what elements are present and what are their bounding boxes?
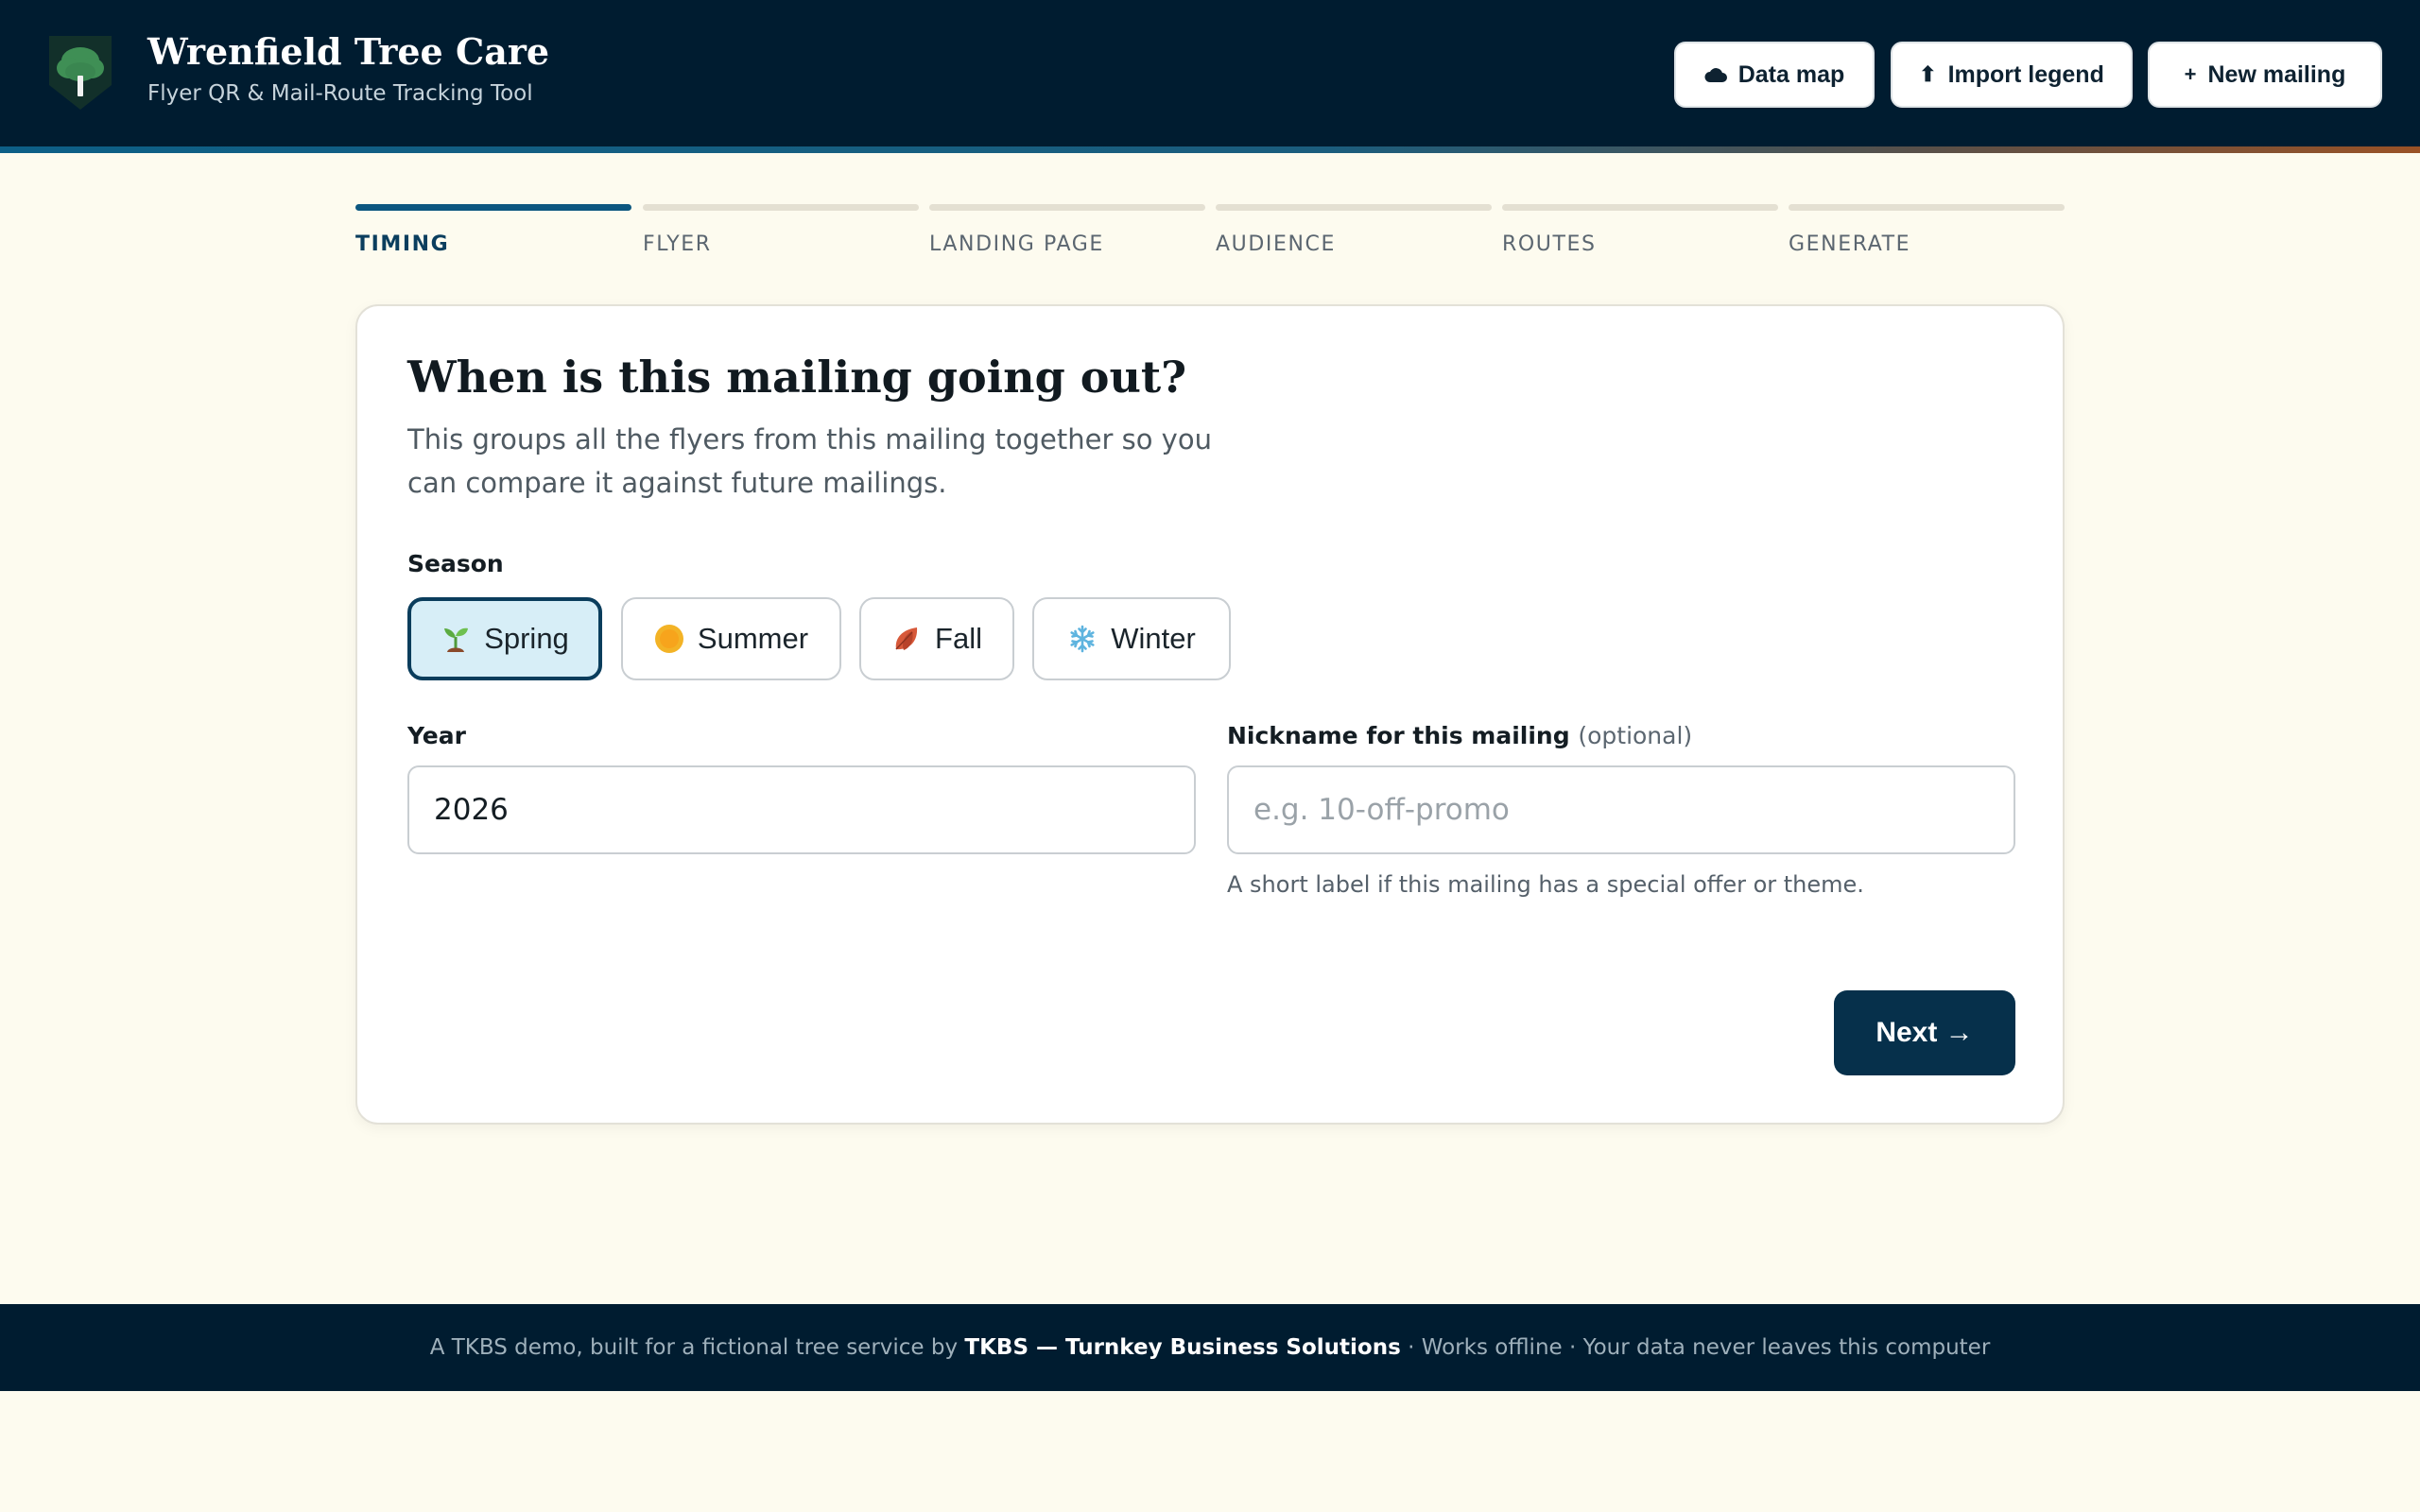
nickname-label-text: Nickname for this mailing [1227,722,1570,749]
year-label: Year [407,722,466,749]
season-label: Season [407,550,504,577]
step-flyer[interactable]: FLYER [643,204,919,261]
seedling-icon [441,624,471,654]
data-map-label: Data map [1737,60,1845,88]
step-label: LANDING PAGE [929,232,1104,256]
fallen-leaf-icon [891,624,922,654]
nickname-label: Nickname for this mailing (optional) [1227,722,1692,749]
next-button[interactable]: Next → [1834,990,2015,1075]
step-audience[interactable]: AUDIENCE [1216,204,1492,261]
season-winter-button[interactable]: Winter [1032,597,1231,680]
step-progress-bar [643,204,919,211]
season-fall-button[interactable]: Fall [859,597,1014,680]
form-description: This groups all the flyers from this mai… [407,423,1212,499]
step-landing-page[interactable]: LANDING PAGE [929,204,1205,261]
footer-brand: TKBS — Turnkey Business Solutions [964,1335,1401,1360]
step-progress-bar [355,204,631,211]
tree-shield-icon [45,32,115,113]
footer-prefix: A TKBS demo, built for a fictional tree … [429,1335,959,1360]
step-label: FLYER [643,232,712,256]
optional-tag: (optional) [1578,722,1693,749]
step-label: AUDIENCE [1216,232,1337,256]
footer-suffix: · Works offline · Your data never leaves… [1408,1335,1991,1360]
header-accent-bar [0,146,2420,153]
app-footer: A TKBS demo, built for a fictional tree … [0,1304,2420,1391]
app-header: Wrenfield Tree Care Flyer QR & Mail-Rout… [0,0,2420,153]
plus-icon: + [2184,62,2197,86]
upload-arrow-icon: ⬆ [1919,62,1937,86]
step-label: TIMING [355,232,450,256]
sun-icon [654,624,684,654]
app-title: Wrenfield Tree Care [147,30,550,73]
step-routes[interactable]: ROUTES [1502,204,1778,261]
step-progress-bar [1789,204,2065,211]
year-input[interactable] [407,765,1196,854]
step-generate[interactable]: GENERATE [1789,204,2065,261]
nickname-help-text: A short label if this mailing has a spec… [1227,871,1864,898]
season-summer-button[interactable]: Summer [621,597,841,680]
new-mailing-button[interactable]: + New mailing [2148,42,2382,108]
timing-form-card: When is this mailing going out? This gro… [355,304,2065,1125]
season-label-text: Fall [935,622,982,655]
step-progress-bar [1216,204,1492,211]
new-mailing-label: New mailing [2207,60,2346,88]
snowflake-icon [1067,624,1098,654]
import-legend-button[interactable]: ⬆ Import legend [1891,42,2133,108]
season-spring-button[interactable]: Spring [407,597,602,680]
step-progress-bar [929,204,1205,211]
app-subtitle: Flyer QR & Mail-Route Tracking Tool [147,81,533,106]
form-title: When is this mailing going out? [407,352,1187,403]
data-map-button[interactable]: Data map [1674,42,1875,108]
cloud-icon [1704,66,1727,83]
step-timing[interactable]: TIMING [355,204,631,261]
season-label-text: Summer [697,622,809,655]
import-legend-label: Import legend [1947,60,2104,88]
season-label-text: Winter [1111,622,1196,655]
step-progress-bar [1502,204,1778,211]
step-label: GENERATE [1789,232,1911,256]
step-label: ROUTES [1502,232,1597,256]
season-label-text: Spring [484,622,569,655]
nickname-input[interactable] [1227,765,2015,854]
